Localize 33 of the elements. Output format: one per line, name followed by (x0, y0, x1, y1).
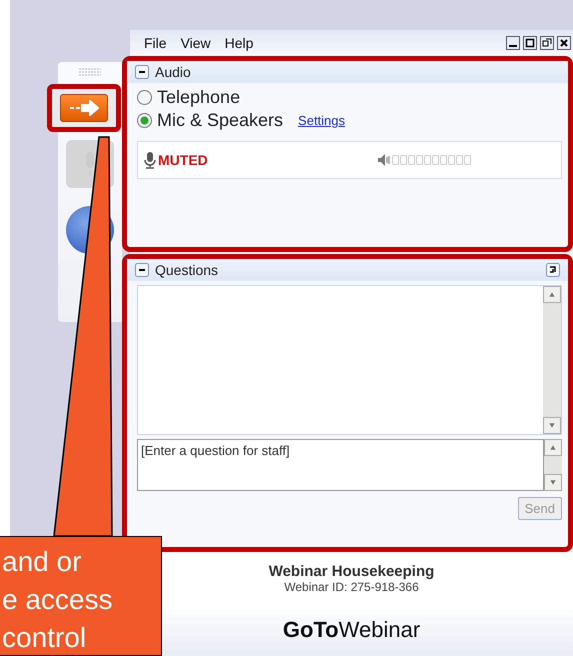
question-field[interactable]: [Enter a question for staff] (137, 439, 544, 491)
menu-item[interactable]: File (144, 35, 167, 51)
restore-icon[interactable] (540, 36, 554, 50)
scrollbar[interactable] (544, 439, 562, 491)
maximize-icon[interactable] (523, 36, 537, 50)
menu-item[interactable]: Help (224, 35, 254, 51)
settings-link[interactable]: Settings (298, 113, 346, 128)
radio-button[interactable] (137, 90, 152, 105)
option-label[interactable]: Mic & Speakers (157, 110, 284, 131)
radio-button[interactable] (137, 113, 152, 128)
menu-item[interactable]: View (180, 35, 211, 51)
grip-icon (79, 68, 101, 76)
collapse-icon[interactable] (135, 65, 149, 79)
scroll-down-icon[interactable] (543, 417, 561, 434)
arrow-icon (69, 100, 99, 116)
webinar-title: Webinar Housekeeping (268, 562, 434, 580)
speaker-icon (377, 153, 391, 167)
minimize-icon[interactable] (506, 36, 520, 50)
close-icon[interactable] (557, 36, 571, 50)
option-label[interactable]: Telephone (157, 87, 240, 108)
webinar-id: Webinar ID: 275-918-366 (284, 580, 419, 594)
scroll-up-icon[interactable] (544, 439, 562, 456)
section-title: Questions (155, 262, 218, 278)
scroll-up-icon[interactable] (543, 286, 561, 303)
scrollbar[interactable] (543, 286, 561, 434)
undock-icon[interactable] (546, 263, 560, 277)
collapse-icon[interactable] (135, 263, 149, 277)
callout-text: and or e access control (0, 536, 162, 656)
scroll-down-icon[interactable] (544, 474, 562, 491)
muted-label: MUTED (158, 152, 208, 168)
expand-button[interactable] (60, 94, 108, 122)
microphone-icon (144, 151, 156, 169)
section-title: Audio (155, 64, 191, 80)
